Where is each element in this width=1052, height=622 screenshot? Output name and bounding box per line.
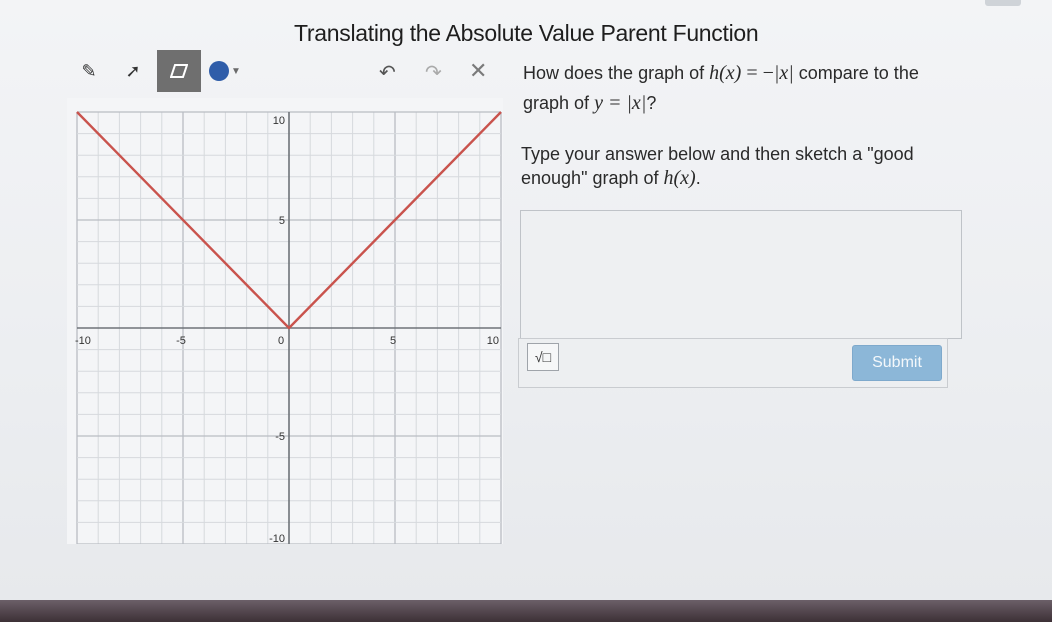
y-tick-label: -5 [275, 431, 285, 443]
pencil-icon[interactable]: ✎ [67, 50, 111, 92]
instruction-body: Type your answer below and then sketch a… [521, 144, 914, 188]
color-picker[interactable]: ▼ [205, 50, 245, 92]
y-equals: y = [594, 92, 627, 114]
answer-input[interactable] [520, 210, 962, 339]
instruction-period: . [695, 168, 701, 188]
x-tick-label: 0 [278, 335, 284, 347]
y-tick-label: 5 [279, 215, 285, 227]
question-line2-text: graph of [523, 93, 595, 113]
equals-sign: = − [741, 62, 774, 84]
eraser-icon[interactable] [157, 50, 201, 92]
function-h: h(x) [709, 62, 742, 84]
instruction-text: Type your answer below and then sketch a… [521, 142, 941, 190]
math-input-button[interactable]: √□ [527, 343, 559, 371]
question-line1-suffix: compare to the [793, 63, 919, 83]
page-title: Translating the Absolute Value Parent Fu… [294, 20, 759, 46]
graph-svg[interactable]: -10 -5 0 5 10 10 5 -5 -10 [67, 98, 503, 544]
question-text: How does the graph of h(x) = −|x| compar… [523, 58, 963, 118]
x-tick-label: 10 [487, 335, 499, 347]
y-tick-label: 10 [273, 115, 285, 127]
window-edge [985, 0, 1021, 6]
monitor-bezel [0, 600, 1052, 622]
chevron-down-icon: ▼ [231, 65, 241, 77]
graph-canvas[interactable]: -10 -5 0 5 10 10 5 -5 -10 [67, 98, 503, 544]
redo-icon[interactable]: ↷ [425, 60, 442, 85]
close-icon[interactable]: ✕ [469, 58, 487, 84]
x-tick-label: -10 [75, 335, 91, 347]
drawing-toolbar: ✎ ➚ ▼ ↶ ↷ ✕ [67, 50, 503, 94]
undo-icon[interactable]: ↶ [379, 60, 396, 85]
x-tick-label: -5 [176, 335, 186, 347]
instruction-function-h: h(x) [663, 167, 696, 189]
question-mark: ? [646, 93, 657, 113]
color-swatch [209, 61, 230, 81]
question-line1-text: How does the graph of [523, 63, 710, 83]
y-tick-label: -10 [269, 533, 285, 544]
abs-x-parent: |x| [626, 92, 647, 114]
submit-button[interactable]: Submit [852, 345, 942, 381]
x-tick-label: 5 [390, 335, 396, 347]
line-icon[interactable]: ➚ [111, 50, 155, 92]
abs-x: |x| [773, 62, 794, 84]
